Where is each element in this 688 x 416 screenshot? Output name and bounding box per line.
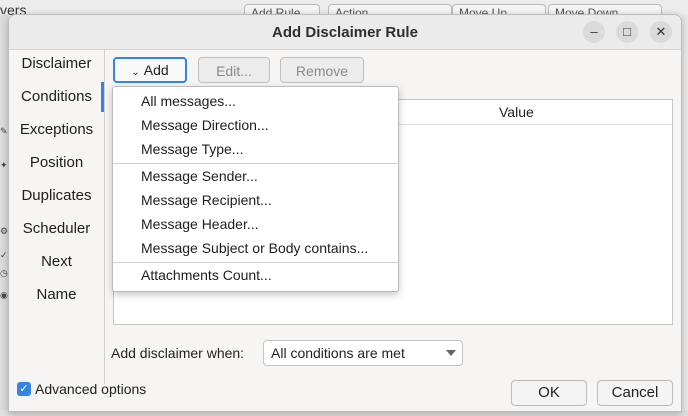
add-condition-menu: All messages... Message Direction... Mes… [112,86,399,292]
sidebar-item-next[interactable]: Next [9,251,104,273]
menu-separator [113,262,398,263]
menu-item-message-sender[interactable]: Message Sender... [141,165,258,187]
background-icon: ✓ [0,250,8,260]
add-disclaimer-when-label: Add disclaimer when: [111,345,245,361]
sidebar-item-conditions[interactable]: Conditions [9,86,104,108]
dialog-title: Add Disclaimer Rule [272,24,418,41]
close-icon: ✕ [655,24,667,39]
cancel-button[interactable]: Cancel [597,380,673,406]
column-header-value[interactable]: Value [499,104,534,120]
active-indicator [101,82,104,112]
sidebar-nav: Disclaimer Conditions Exceptions Positio… [9,50,105,384]
advanced-options-checkbox[interactable]: ✓ [17,382,31,396]
menu-item-message-direction[interactable]: Message Direction... [141,114,269,136]
remove-button[interactable]: Remove [280,57,364,83]
minimize-icon: – [590,24,598,39]
background-left-strip: ✎ ✦ ⚙ ✓ ◷ ◉ [0,14,8,416]
background-icon: ⚙ [0,226,8,236]
menu-item-message-header[interactable]: Message Header... [141,213,259,235]
background-app-strip: vers Add Rule Action Move Up Move Down [0,0,688,19]
background-icon: ◷ [0,268,8,278]
select-value: All conditions are met [271,345,405,361]
menu-separator [113,163,398,164]
conditions-mode-select[interactable]: All conditions are met [263,340,463,366]
sidebar-item-name[interactable]: Name [9,284,104,306]
chevron-down-icon: ⌄ [131,67,140,78]
ok-button[interactable]: OK [511,380,587,406]
maximize-icon: □ [623,24,631,39]
add-button-label: Add [143,62,169,78]
background-icon: ◉ [0,290,8,300]
background-icon: ✎ [0,126,8,136]
menu-item-message-recipient[interactable]: Message Recipient... [141,189,272,211]
sidebar-item-scheduler[interactable]: Scheduler [9,218,104,240]
menu-item-subject-or-body[interactable]: Message Subject or Body contains... [141,237,368,259]
edit-button[interactable]: Edit... [198,57,270,83]
menu-item-all-messages[interactable]: All messages... [141,90,236,112]
background-icon: ✦ [0,160,8,170]
sidebar-item-disclaimer[interactable]: Disclaimer [9,53,104,75]
sidebar-item-duplicates[interactable]: Duplicates [9,185,104,207]
sidebar-item-exceptions[interactable]: Exceptions [9,119,104,141]
advanced-options-label[interactable]: Advanced options [35,381,146,397]
checkmark-icon: ✓ [19,383,29,395]
maximize-button[interactable]: □ [616,21,638,43]
add-button[interactable]: ⌄ Add [113,57,187,83]
sidebar-item-position[interactable]: Position [9,152,104,174]
dropdown-arrow-icon [446,350,456,356]
menu-item-attachments-count[interactable]: Attachments Count... [141,264,272,286]
menu-item-message-type[interactable]: Message Type... [141,138,243,160]
add-disclaimer-rule-dialog: Add Disclaimer Rule – □ ✕ Disclaimer Con… [8,14,682,412]
title-bar[interactable]: Add Disclaimer Rule – □ ✕ [9,15,681,50]
minimize-button[interactable]: – [583,21,605,43]
close-button[interactable]: ✕ [650,21,672,43]
